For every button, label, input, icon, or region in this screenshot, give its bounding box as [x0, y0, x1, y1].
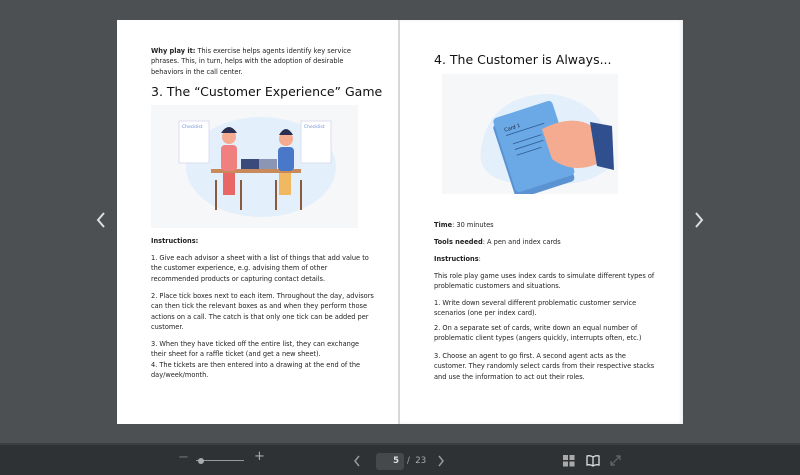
time-line: Time: 30 minutes [434, 220, 659, 230]
fullscreen-icon[interactable] [610, 455, 621, 466]
hand-holding-cards-illustration: Card 1 [480, 94, 614, 199]
section-heading: 4. The Customer is Always... [434, 52, 612, 67]
customer-experience-illustration: Checklist Checklist [151, 105, 358, 228]
chevron-left-icon [96, 212, 105, 228]
step-1: 1. Write down several different problema… [434, 299, 637, 318]
bottom-toolbar: − + 5 / 23 [0, 443, 800, 475]
zoom-slider-handle[interactable] [197, 457, 204, 464]
next-page-button[interactable] [436, 454, 446, 468]
next-page-arrow[interactable] [692, 208, 706, 232]
page-number-input[interactable]: 5 [376, 453, 404, 470]
step-4: 4. The tickets are then entered into a d… [151, 361, 361, 380]
chevron-right-icon [695, 212, 704, 228]
zoom-slider[interactable] [196, 457, 244, 464]
step-3: 3. When they have ticked off the entire … [151, 340, 360, 359]
page-total: / 23 [407, 456, 426, 466]
zoom-out-button[interactable]: − [178, 450, 189, 465]
grid-view-icon[interactable] [563, 455, 575, 467]
step-2: 2. On a separate set of cards, write dow… [434, 324, 642, 343]
checklist-label: Checklist [182, 124, 203, 130]
tools-line: Tools needed: A pen and index cards [434, 237, 659, 247]
step-2: 2. Place tick boxes next to each item. T… [151, 292, 374, 332]
instructions-label: Instructions: [151, 237, 199, 245]
instructions-line: Instructions: [434, 254, 659, 264]
step-3: 3. Choose an agent to go first. A second… [434, 352, 655, 381]
total-pages: 23 [415, 456, 427, 466]
right-page: 4. The Customer is Always... Card 1 Time… [400, 20, 683, 424]
tools-value: : A pen and index cards [482, 238, 561, 246]
instructions-colon: : [478, 255, 481, 263]
separator: / [407, 456, 410, 466]
left-page: Why play it: This exercise helps agents … [117, 20, 398, 424]
tools-label: Tools needed [434, 238, 483, 246]
instructions-label: Instructions [434, 255, 479, 263]
index-cards-illustration: Card 1 [442, 74, 618, 199]
why-label: Why play it: [151, 47, 196, 55]
intro-paragraph: This role play game uses index cards to … [434, 272, 655, 291]
step-1: 1. Give each advisor a sheet with a list… [151, 254, 369, 283]
previous-page-button[interactable] [352, 454, 362, 468]
people-at-table-illustration: Checklist Checklist [178, 117, 336, 217]
zoom-in-button[interactable]: + [254, 449, 265, 464]
time-value: : 30 minutes [452, 221, 494, 229]
book-view-icon[interactable] [586, 454, 600, 467]
time-label: Time [434, 221, 453, 229]
section-heading: 3. The “Customer Experience” Game [151, 84, 383, 99]
document-viewer: Why play it: This exercise helps agents … [0, 0, 800, 443]
checklist-label: Checklist [304, 124, 325, 130]
why-play-it-paragraph: Why play it: This exercise helps agents … [151, 46, 376, 77]
previous-page-arrow[interactable] [94, 208, 108, 232]
